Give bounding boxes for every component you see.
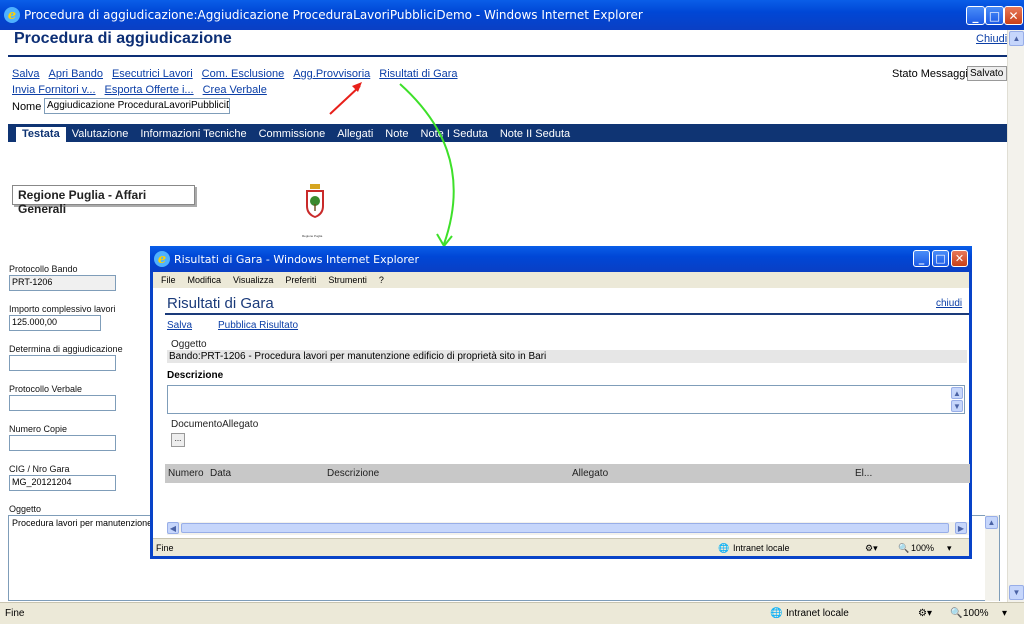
popup-close-button[interactable]: ✕	[951, 250, 968, 267]
descrizione-label: Descrizione	[167, 370, 224, 381]
popup-oggetto-label: Oggetto	[171, 339, 207, 350]
popup-minimize-button[interactable]: _	[913, 250, 930, 267]
popup-status-text: Fine	[156, 543, 174, 553]
popup-salva-link[interactable]: Salva	[167, 320, 192, 331]
popup-zoom-level[interactable]: 100%	[911, 543, 934, 553]
pubblica-risultato-link[interactable]: Pubblica Risultato	[218, 320, 298, 331]
col-descrizione[interactable]: Descrizione	[327, 468, 379, 479]
col-allegato[interactable]: Allegato	[572, 468, 608, 479]
col-data[interactable]: Data	[210, 468, 231, 479]
popup-horizontal-scrollbar[interactable]: ◀ ▶	[167, 522, 969, 535]
popup-divider	[165, 313, 969, 315]
col-el[interactable]: El...	[855, 468, 872, 479]
popup-titlebar: e Risultati di Gara - Windows Internet E…	[150, 246, 972, 272]
descrizione-textarea[interactable]: ▲ ▼	[167, 385, 965, 414]
menu-file[interactable]: File	[161, 275, 176, 285]
menu-preferiti[interactable]: Preferiti	[285, 275, 316, 285]
popup-status-bar: Fine 🌐 Intranet locale ⚙▾ 🔍 100% ▾	[153, 538, 969, 556]
popup-page-title: Risultati di Gara	[167, 295, 274, 312]
menu-strumenti[interactable]: Strumenti	[328, 275, 367, 285]
descr-scroll-down-icon[interactable]: ▼	[951, 400, 963, 412]
popup-globe-icon: 🌐	[718, 543, 730, 553]
red-arrowhead-icon	[352, 82, 362, 92]
popup-zoom-icon: 🔍	[898, 543, 910, 553]
menu-help[interactable]: ?	[379, 275, 384, 285]
popup-actions: Salva Pubblica Risultato	[167, 320, 298, 331]
col-numero[interactable]: Numero	[168, 468, 204, 479]
popup-zoom-dropdown-icon[interactable]: ▾	[947, 543, 952, 554]
popup-ie-logo-icon: e	[154, 251, 170, 267]
green-arrow-icon	[399, 83, 455, 245]
documento-browse-button[interactable]: ...	[171, 433, 185, 447]
menu-modifica[interactable]: Modifica	[188, 275, 222, 285]
menu-visualizza[interactable]: Visualizza	[233, 275, 273, 285]
risultati-popup-window: e Risultati di Gara - Windows Internet E…	[150, 246, 972, 559]
results-grid-header: Numero Data Descrizione Allegato El...	[165, 464, 970, 483]
documento-allegato-label: DocumentoAllegato	[171, 419, 259, 430]
scroll-left-icon[interactable]: ◀	[167, 522, 179, 534]
popup-chiudi-link[interactable]: chiudi	[936, 298, 962, 309]
popup-oggetto-value: Bando:PRT-1206 - Procedura lavori per ma…	[167, 350, 967, 363]
red-arrow-icon	[329, 85, 361, 115]
scroll-thumb[interactable]	[181, 523, 949, 533]
descr-scroll-up-icon[interactable]: ▲	[951, 387, 963, 399]
popup-menubar: File Modifica Visualizza Preferiti Strum…	[153, 272, 969, 288]
popup-protected-mode-icon[interactable]: ⚙▾	[865, 543, 878, 554]
popup-maximize-button[interactable]: □	[932, 250, 949, 267]
popup-zone-text: Intranet locale	[733, 543, 790, 553]
scroll-right-icon[interactable]: ▶	[955, 522, 967, 534]
popup-window-title: Risultati di Gara - Windows Internet Exp…	[174, 252, 419, 266]
